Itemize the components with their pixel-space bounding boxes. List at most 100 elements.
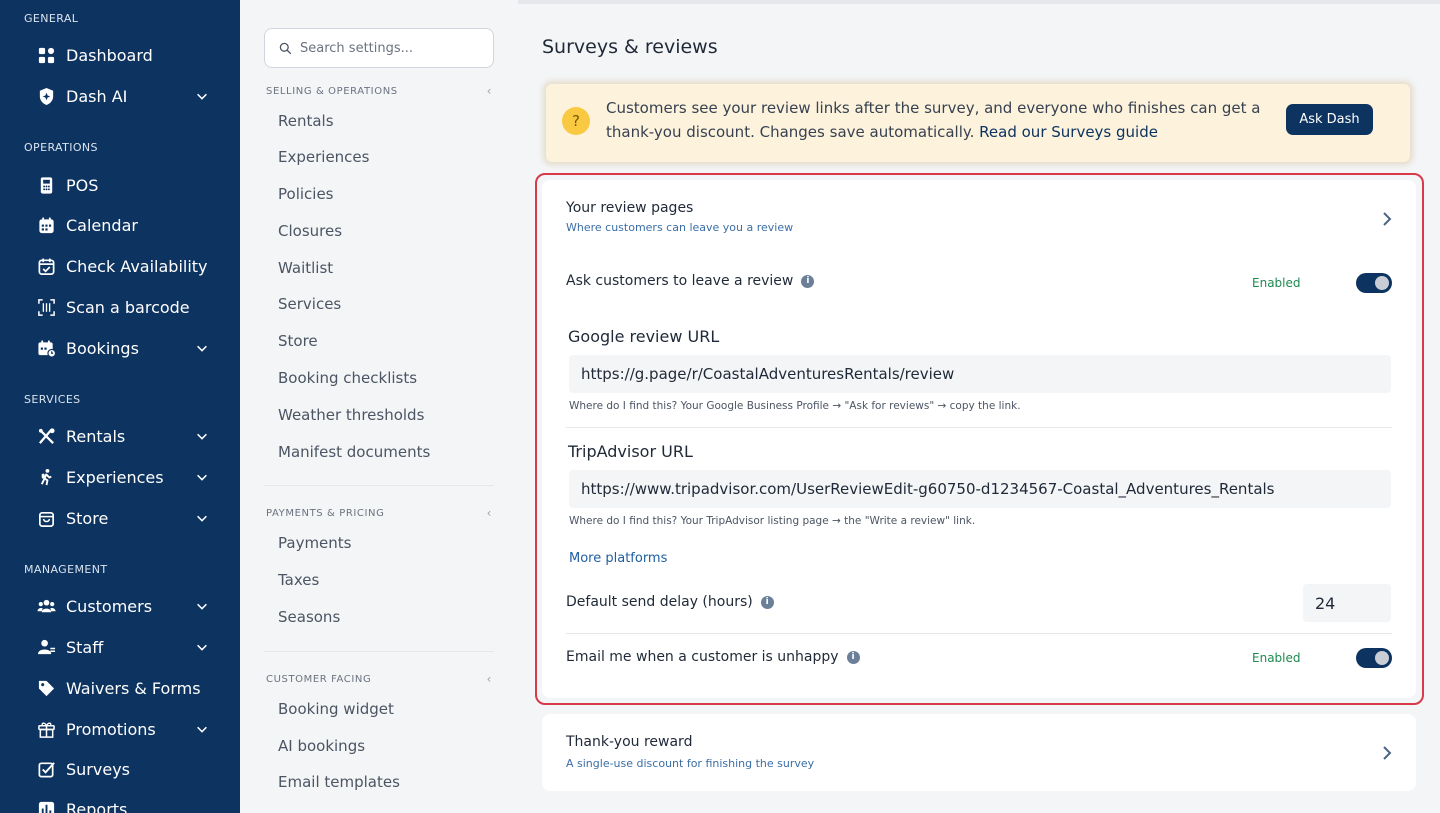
settings-link-ai-bookings[interactable]: AI bookings bbox=[278, 737, 365, 755]
sidebar-item-surveys[interactable]: Surveys bbox=[36, 754, 216, 784]
sidebar-item-experiences[interactable]: Experiences bbox=[36, 462, 216, 492]
divider bbox=[264, 651, 494, 652]
chevron-down-icon[interactable] bbox=[194, 428, 210, 444]
send-delay-input[interactable] bbox=[1303, 584, 1391, 622]
ask-review-row: Ask customers to leave a review i bbox=[566, 273, 815, 289]
settings-group-payments-pricing[interactable]: PAYMENTS & PRICING ‹ bbox=[266, 506, 492, 520]
settings-link-booking-widget[interactable]: Booking widget bbox=[278, 700, 394, 718]
google-url-hint: Where do I find this? Your Google Busine… bbox=[569, 400, 1021, 412]
google-url-input[interactable] bbox=[569, 355, 1391, 393]
sidebar-item-bookings[interactable]: Bookings bbox=[36, 333, 216, 363]
sidebar-item-calendar[interactable]: Calendar bbox=[36, 210, 216, 240]
sidebar-item-label: Dashboard bbox=[66, 45, 153, 65]
sidebar-item-scan-barcode[interactable]: Scan a barcode bbox=[36, 292, 216, 322]
sidebar-item-rentals[interactable]: Rentals bbox=[36, 421, 216, 451]
banner-message: Customers see your review links after th… bbox=[606, 99, 1261, 141]
settings-link-booking-checklists[interactable]: Booking checklists bbox=[278, 369, 417, 387]
sidebar-section-services: SERVICES bbox=[24, 393, 81, 406]
chevron-right-icon[interactable] bbox=[1379, 211, 1395, 227]
settings-link-payments[interactable]: Payments bbox=[278, 534, 351, 552]
sidebar-item-check-availability[interactable]: Check Availability bbox=[36, 251, 216, 281]
tag-icon bbox=[36, 678, 56, 698]
chevron-down-icon[interactable] bbox=[194, 639, 210, 655]
sidebar-item-label: Store bbox=[66, 508, 109, 528]
sidebar-item-dash-ai[interactable]: Dash AI bbox=[36, 81, 216, 111]
settings-link-policies[interactable]: Policies bbox=[278, 185, 333, 203]
sidebar-item-dashboard[interactable]: Dashboard bbox=[36, 40, 216, 70]
chevron-down-icon[interactable] bbox=[194, 721, 210, 737]
sidebar-item-label: Experiences bbox=[66, 467, 164, 487]
card-title: Thank-you reward bbox=[566, 734, 693, 750]
tripadvisor-url-label: TripAdvisor URL bbox=[568, 442, 693, 461]
calendar-check-icon bbox=[36, 256, 56, 276]
sidebar-item-label: Promotions bbox=[66, 719, 156, 739]
collapse-chevron-icon[interactable]: ‹ bbox=[487, 84, 492, 98]
chevron-right-icon[interactable] bbox=[1379, 745, 1395, 761]
settings-link-store[interactable]: Store bbox=[278, 332, 318, 350]
divider bbox=[264, 485, 494, 486]
settings-search[interactable] bbox=[264, 28, 494, 68]
settings-link-rentals[interactable]: Rentals bbox=[278, 112, 334, 130]
chevron-down-icon[interactable] bbox=[194, 88, 210, 104]
settings-group-selling-operations[interactable]: SELLING & OPERATIONS ‹ bbox=[266, 84, 492, 98]
sidebar-item-customers[interactable]: Customers bbox=[36, 591, 216, 621]
settings-nav: SELLING & OPERATIONS ‹ Rentals Experienc… bbox=[240, 0, 518, 813]
sidebar-item-store[interactable]: Store bbox=[36, 503, 216, 533]
collapse-chevron-icon[interactable]: ‹ bbox=[487, 506, 492, 520]
settings-group-customer-facing[interactable]: CUSTOMER FACING ‹ bbox=[266, 672, 492, 686]
info-icon[interactable]: i bbox=[760, 595, 774, 609]
sidebar-item-label: Check Availability bbox=[66, 256, 208, 276]
thank-you-reward-card[interactable]: Thank-you reward A single-use discount f… bbox=[542, 714, 1416, 791]
banner-text: Customers see your review links after th… bbox=[606, 96, 1286, 144]
unhappy-email-toggle[interactable] bbox=[1356, 648, 1392, 668]
sidebar-item-pos[interactable]: POS bbox=[36, 170, 216, 200]
bookings-icon bbox=[36, 338, 56, 358]
info-icon[interactable]: i bbox=[801, 274, 815, 288]
sidebar-section-general: GENERAL bbox=[24, 12, 79, 25]
settings-link-closures[interactable]: Closures bbox=[278, 222, 342, 240]
ask-dash-button[interactable]: Ask Dash bbox=[1286, 104, 1373, 135]
settings-link-waitlist[interactable]: Waitlist bbox=[278, 259, 333, 277]
chevron-down-icon[interactable] bbox=[194, 469, 210, 485]
unhappy-email-status: Enabled bbox=[1252, 651, 1301, 665]
settings-link-weather-thresholds[interactable]: Weather thresholds bbox=[278, 406, 424, 424]
users-icon bbox=[36, 596, 56, 616]
tripadvisor-url-input[interactable] bbox=[569, 470, 1391, 508]
sparkle-shield-icon bbox=[36, 86, 56, 106]
chevron-down-icon[interactable] bbox=[194, 340, 210, 356]
sidebar-item-label: Staff bbox=[66, 637, 104, 657]
settings-link-email-templates[interactable]: Email templates bbox=[278, 773, 400, 791]
more-platforms-link[interactable]: More platforms bbox=[569, 551, 667, 566]
surveys-guide-link[interactable]: Read our Surveys guide bbox=[979, 123, 1158, 141]
review-pages-card: Your review pages Where customers can le… bbox=[542, 180, 1416, 698]
hiker-icon bbox=[36, 467, 56, 487]
collapse-chevron-icon[interactable]: ‹ bbox=[487, 672, 492, 686]
info-icon[interactable]: i bbox=[846, 650, 860, 664]
send-delay-label: Default send delay (hours) bbox=[566, 594, 753, 610]
sidebar-item-label: Rentals bbox=[66, 426, 126, 446]
settings-link-experiences[interactable]: Experiences bbox=[278, 148, 369, 166]
sidebar-item-label: Calendar bbox=[66, 215, 138, 235]
group-title: CUSTOMER FACING bbox=[266, 673, 372, 685]
sidebar-item-label: Reports bbox=[66, 799, 128, 813]
settings-link-manifest-documents[interactable]: Manifest documents bbox=[278, 443, 430, 461]
sidebar-item-reports[interactable]: Reports bbox=[36, 794, 216, 813]
shopping-bag-icon bbox=[36, 508, 56, 528]
search-icon bbox=[279, 42, 292, 55]
sidebar-item-waivers-forms[interactable]: Waivers & Forms bbox=[36, 673, 216, 703]
card-subtitle: A single-use discount for finishing the … bbox=[566, 757, 815, 770]
ask-review-toggle[interactable] bbox=[1356, 273, 1392, 293]
sidebar-item-promotions[interactable]: Promotions bbox=[36, 714, 216, 744]
ask-review-label: Ask customers to leave a review bbox=[566, 273, 794, 289]
settings-link-taxes[interactable]: Taxes bbox=[278, 571, 319, 589]
chevron-down-icon[interactable] bbox=[194, 598, 210, 614]
sidebar-item-staff[interactable]: Staff bbox=[36, 632, 216, 662]
sidebar-item-label: Waivers & Forms bbox=[66, 678, 201, 698]
search-input[interactable] bbox=[300, 40, 480, 56]
chevron-down-icon[interactable] bbox=[194, 510, 210, 526]
settings-link-seasons[interactable]: Seasons bbox=[278, 608, 340, 626]
ask-review-status: Enabled bbox=[1252, 276, 1301, 290]
settings-link-services[interactable]: Services bbox=[278, 295, 341, 313]
review-pages-header[interactable]: Your review pages Where customers can le… bbox=[566, 200, 1366, 240]
group-title: PAYMENTS & PRICING bbox=[266, 507, 385, 519]
